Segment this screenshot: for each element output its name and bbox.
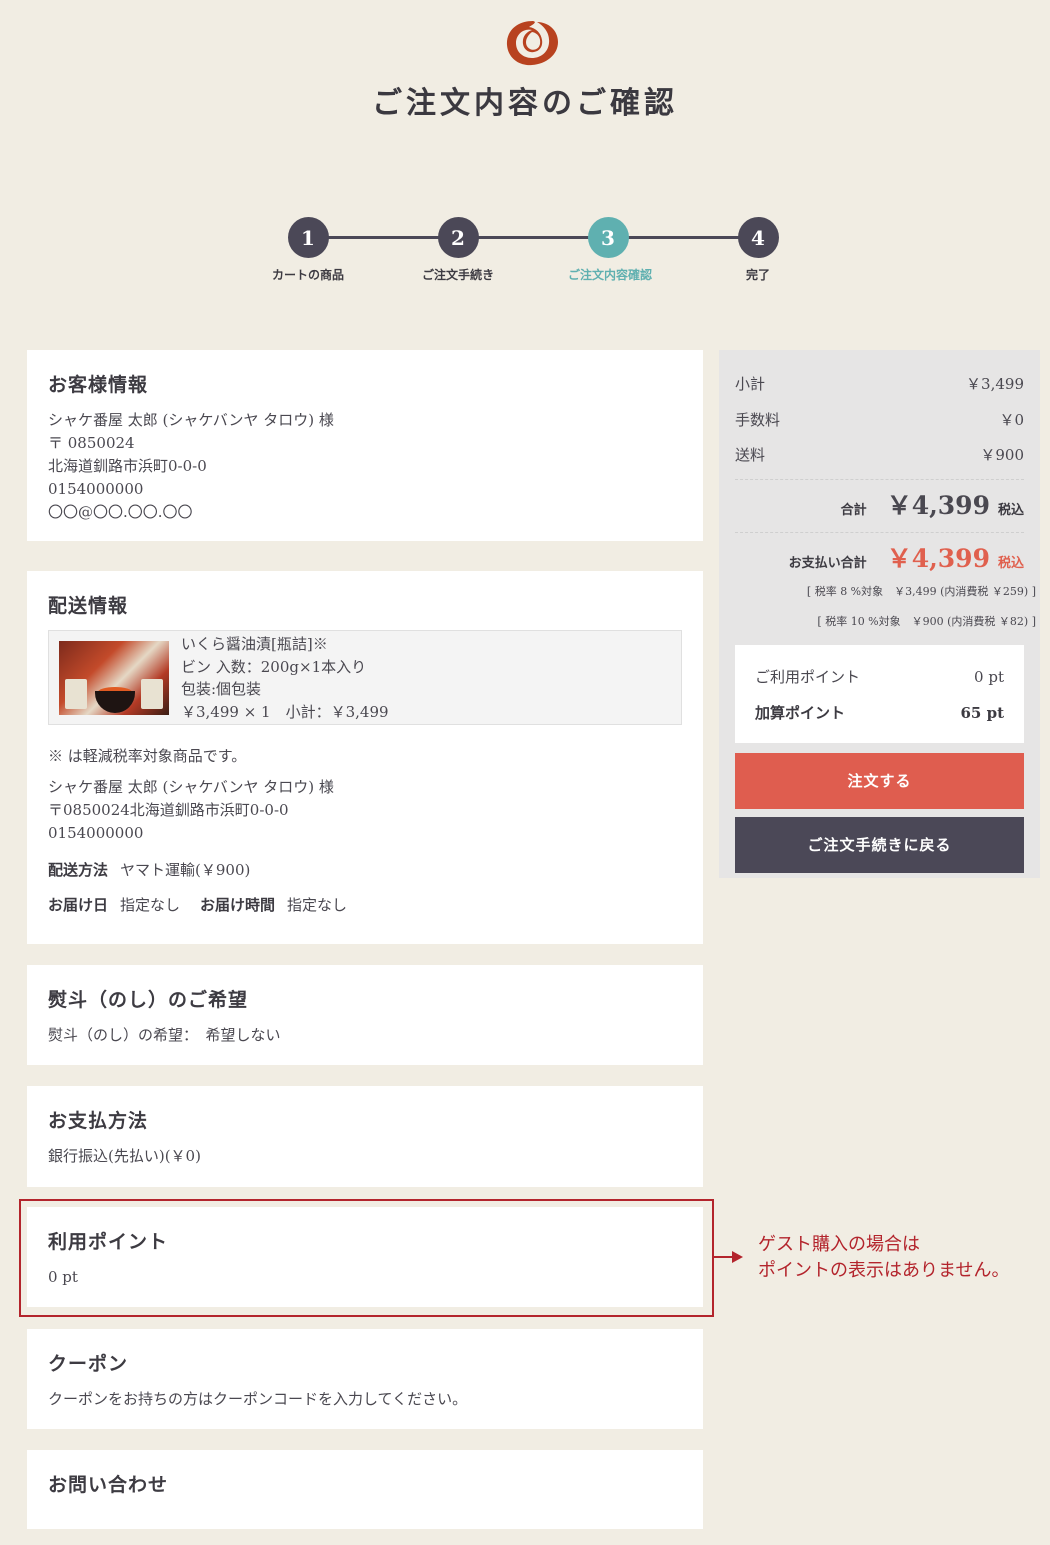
order-summary: 小計 ￥3,499 手数料 ￥0 送料 ￥900 合計 ￥4,399 税込 お支… <box>719 350 1040 878</box>
place-order-button[interactable]: 注文する <box>735 752 1024 809</box>
guest-note-line: ポイントの表示はありません。 <box>758 1260 1010 1281</box>
guest-note-line: ゲスト購入の場合は <box>758 1234 920 1255</box>
divider <box>735 478 1024 480</box>
step-complete: 4 完了 <box>718 217 798 283</box>
total-value: ￥4,399 <box>886 490 990 520</box>
shipping-fee-value: ￥900 <box>980 446 1024 465</box>
customer-phone: 0154000000 <box>48 480 144 498</box>
item-wrap: 包装:個包装 <box>181 680 262 698</box>
step-label: カートの商品 <box>271 268 344 282</box>
payment-total-value: ￥4,399 <box>886 543 990 573</box>
shipping-info-card: 配送情報 いくら醤油漬[瓶詰]※ ビン 入数：200g×1本入り 包装:個包装 … <box>27 571 703 944</box>
section-title: お客様情報 <box>48 374 149 396</box>
inquiry-card: お問い合わせ <box>27 1450 703 1529</box>
add-points-row: 加算ポイント 65 pt <box>755 695 1004 731</box>
reduced-tax-note: ※ は軽減税率対象商品です。 <box>48 747 247 765</box>
section-title: お支払方法 <box>48 1110 149 1132</box>
total-tax-label: 税込 <box>997 502 1024 518</box>
step-confirm: 3 ご注文内容確認 <box>568 217 653 283</box>
page-title: ご注文内容のご確認 <box>372 86 678 121</box>
points-summary: ご利用ポイント 0 pt 加算ポイント 65 pt <box>735 644 1024 743</box>
product-image <box>59 641 169 715</box>
step-number: 3 <box>587 217 629 258</box>
brand-logo-icon <box>506 21 558 66</box>
payment-total-label: お支払い合計 <box>788 555 867 571</box>
coupon-instruction: クーポンをお持ちの方はクーポンコードを入力してください。 <box>48 1390 468 1408</box>
delivery-date-label: お届け日 <box>48 896 109 914</box>
use-points-amount: 0 pt <box>974 667 1004 686</box>
order-item: いくら醤油漬[瓶詰]※ ビン 入数：200g×1本入り 包装:個包装 ￥3,49… <box>48 630 682 725</box>
delivery-method: 配送方法 ヤマト運輸(￥900) <box>48 859 682 880</box>
use-points-row: ご利用ポイント 0 pt <box>755 659 1004 695</box>
divider <box>735 531 1024 533</box>
shipping-fee-label: 送料 <box>735 446 766 465</box>
guest-points-note: ゲスト購入の場合は ポイントの表示はありません。 <box>758 1232 1009 1284</box>
step-number: 2 <box>437 217 479 258</box>
back-to-checkout-button[interactable]: ご注文手続きに戻る <box>735 816 1024 873</box>
payment-method-card: お支払方法 銀行振込(先払い)(￥0) <box>27 1086 703 1187</box>
item-name: いくら醤油漬[瓶詰]※ <box>181 635 328 653</box>
customer-info-card: お客様情報 シャケ番屋 太郎 (シャケバンヤ タロウ) 様 〒 0850024 … <box>27 350 703 541</box>
customer-email: 〇〇@〇〇.〇〇.〇〇 <box>48 503 193 521</box>
customer-name: シャケ番屋 太郎 (シャケバンヤ タロウ) 様 <box>48 411 334 429</box>
add-points-label: 加算ポイント <box>755 704 846 722</box>
delivery-time-value: 指定なし <box>287 896 348 914</box>
fee-label: 手数料 <box>735 410 781 429</box>
tax-10-breakdown: [ 税率 10 %対象 ￥900 (内消費税 ￥82) ] <box>817 614 1036 628</box>
payment-method-value: 銀行振込(先払い)(￥0) <box>48 1147 201 1165</box>
payment-tax-label: 税込 <box>997 555 1024 571</box>
noshi-value: 熨斗（のし）の希望： 希望しない <box>48 1026 281 1044</box>
stepper-line <box>308 236 760 239</box>
delivery-method-label: 配送方法 <box>48 861 109 879</box>
tax-8-breakdown: [ 税率 8 %対象 ￥3,499 (内消費税 ￥259) ] <box>806 584 1036 598</box>
item-price: ￥3,499 × 1 小計：￥3,499 <box>181 702 389 721</box>
section-title: クーポン <box>48 1353 129 1375</box>
step-label: 完了 <box>745 268 770 282</box>
delivery-method-value: ヤマト運輸(￥900) <box>120 861 251 879</box>
step-cart: 1 カートの商品 <box>268 217 348 283</box>
step-number: 4 <box>737 217 779 258</box>
noshi-card: 熨斗（のし）のご希望 熨斗（のし）の希望： 希望しない <box>27 965 703 1065</box>
subtotal-value: ￥3,499 <box>966 375 1024 394</box>
delivery-date-value: 指定なし <box>120 896 181 914</box>
recipient-address: 〒0850024北海道釧路市浜町0-0-0 <box>48 801 289 819</box>
subtotal-row: 小計 ￥3,499 <box>735 366 1024 402</box>
checkout-stepper: 1 カートの商品 2 ご注文手続き 3 ご注文内容確認 4 完了 <box>270 217 810 287</box>
step-procedure: 2 ご注文手続き <box>418 217 498 283</box>
recipient-phone: 0154000000 <box>48 824 144 842</box>
shipping-fee-row: 送料 ￥900 <box>735 437 1024 473</box>
total-label: 合計 <box>840 502 867 518</box>
use-points-label: ご利用ポイント <box>755 668 861 686</box>
coupon-card: クーポン クーポンをお持ちの方はクーポンコードを入力してください。 <box>27 1329 703 1429</box>
add-points-amount: 65 pt <box>960 703 1004 722</box>
step-number: 1 <box>287 217 329 258</box>
payment-total-row: お支払い合計 ￥4,399 税込 <box>735 539 1024 579</box>
subtotal-label: 小計 <box>735 375 766 394</box>
total-row: 合計 ￥4,399 税込 <box>735 486 1024 526</box>
fee-row: 手数料 ￥0 <box>735 402 1024 438</box>
section-title: 配送情報 <box>48 595 129 617</box>
delivery-time-label: お届け時間 <box>200 896 276 914</box>
step-label: ご注文手続き <box>421 268 494 282</box>
section-title: 熨斗（のし）のご希望 <box>48 989 249 1011</box>
recipient-name: シャケ番屋 太郎 (シャケバンヤ タロウ) 様 <box>48 778 334 796</box>
item-spec: ビン 入数：200g×1本入り <box>181 657 367 676</box>
customer-postal: 〒 0850024 <box>48 434 135 452</box>
points-highlight-frame <box>19 1199 714 1317</box>
customer-address: 北海道釧路市浜町0-0-0 <box>48 457 207 475</box>
delivery-schedule: お届け日 指定なし お届け時間 指定なし <box>48 894 682 915</box>
arrow-right-icon <box>714 1251 743 1263</box>
fee-value: ￥0 <box>999 410 1024 429</box>
step-label: ご注文内容確認 <box>568 268 653 282</box>
section-title: お問い合わせ <box>48 1474 169 1496</box>
